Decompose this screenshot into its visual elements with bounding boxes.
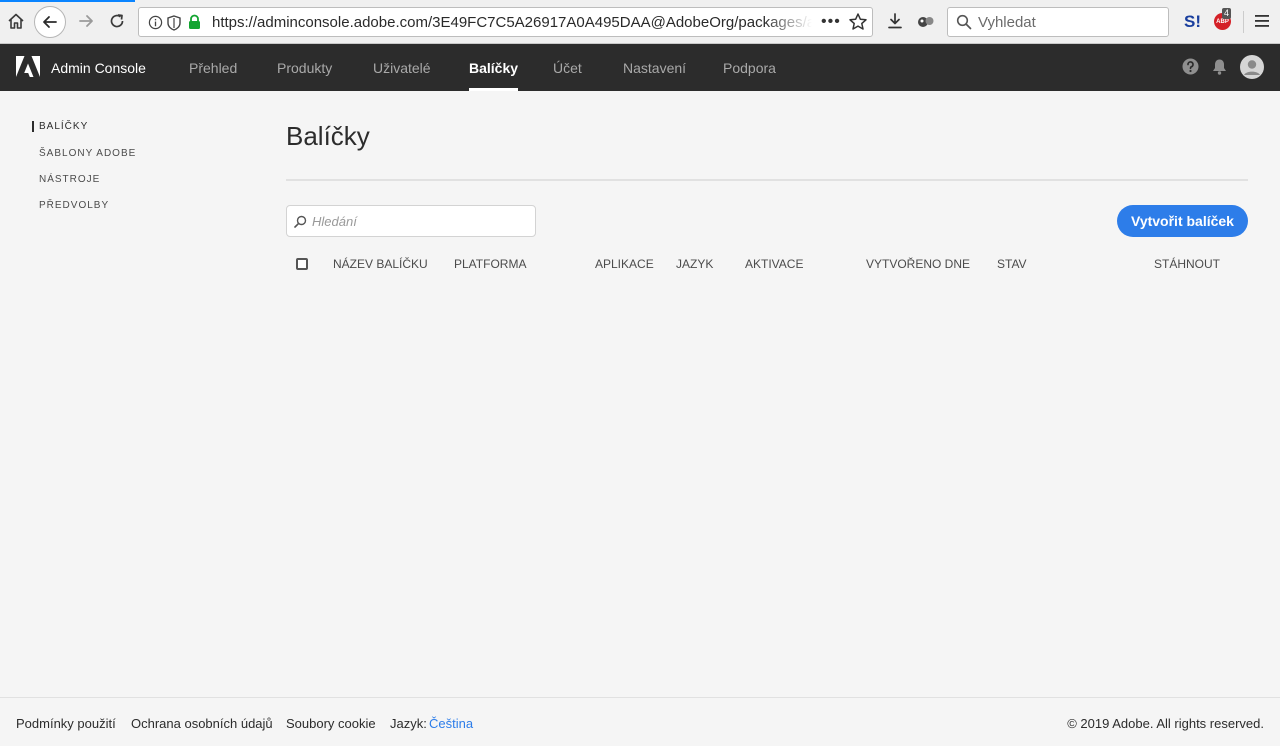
nav-balicky[interactable]: Balíčky: [469, 60, 519, 91]
footer-cookies-link[interactable]: Soubory cookie: [286, 716, 376, 731]
nav-prehled[interactable]: Přehled: [189, 60, 237, 76]
app-title[interactable]: Admin Console: [51, 60, 146, 76]
nav-label: Uživatelé: [373, 60, 431, 76]
lock-icon[interactable]: [188, 14, 201, 30]
extension-s-icon[interactable]: S!: [1184, 12, 1201, 32]
forward-icon[interactable]: [74, 9, 98, 33]
sidebar-item-sablony-adobe[interactable]: ŠABLONY ADOBE: [32, 148, 136, 159]
address-bar[interactable]: https://adminconsole.adobe.com/3E49FC7C5…: [138, 7, 873, 37]
info-icon[interactable]: [148, 15, 163, 30]
toolbar-separator: [1243, 11, 1244, 33]
nav-label: Účet: [553, 60, 582, 76]
sidebar-item-nastroje[interactable]: NÁSTROJE: [32, 174, 100, 185]
sidebar-item-label: PŘEDVOLBY: [39, 200, 110, 211]
url-text[interactable]: https://adminconsole.adobe.com/3E49FC7C5…: [212, 14, 812, 31]
hamburger-menu-icon[interactable]: [1250, 9, 1274, 33]
sidebar-item-label: NÁSTROJE: [39, 174, 101, 185]
column-header-platforma[interactable]: PLATFORMA: [454, 257, 526, 271]
column-header-vytvoreno[interactable]: VYTVOŘENO DNE: [866, 257, 970, 271]
user-avatar-icon[interactable]: [1240, 55, 1264, 79]
nav-label: Podpora: [723, 60, 776, 76]
app-header: Admin Console Přehled Produkty Uživatelé…: [0, 44, 1280, 91]
footer-privacy-link[interactable]: Ochrana osobních údajů: [131, 716, 273, 731]
nav-nastaveni[interactable]: Nastavení: [623, 60, 686, 76]
sidebar-item-predvolby[interactable]: PŘEDVOLBY: [32, 200, 109, 211]
nav-ucet[interactable]: Účet: [553, 60, 582, 76]
active-tab-indicator: [0, 0, 135, 2]
column-header-stahnout[interactable]: STÁHNOUT: [1154, 257, 1220, 271]
nav-label: Balíčky: [469, 60, 519, 76]
search-icon: [294, 215, 307, 228]
column-header-aplikace[interactable]: APLIKACE: [595, 257, 654, 271]
footer-copyright: © 2019 Adobe. All rights reserved.: [1067, 716, 1264, 731]
page-actions-icon[interactable]: •••: [821, 13, 841, 31]
select-all-checkbox[interactable]: [296, 258, 308, 270]
adblock-count-badge: 4: [1222, 8, 1232, 19]
notification-bell-icon[interactable]: [1212, 58, 1227, 75]
extension-icon[interactable]: [914, 9, 938, 33]
footer-language-selector[interactable]: Čeština: [429, 716, 473, 731]
footer-language-label: Jazyk:: [390, 716, 427, 731]
active-nav-underline: [469, 88, 519, 91]
sidebar-item-balicky[interactable]: BALÍČKY: [32, 121, 88, 132]
footer-terms-link[interactable]: Podmínky použití: [16, 716, 116, 731]
column-header-nazev[interactable]: NÁZEV BALÍČKU: [333, 257, 428, 271]
nav-podpora[interactable]: Podpora: [723, 60, 776, 76]
arrow-left-icon: [43, 16, 57, 28]
download-icon[interactable]: [883, 9, 907, 33]
column-header-stav[interactable]: STAV: [997, 257, 1027, 271]
nav-label: Produkty: [277, 60, 333, 76]
home-icon[interactable]: [4, 9, 28, 33]
back-button[interactable]: [34, 6, 66, 38]
title-divider: [286, 179, 1248, 181]
nav-label: Nastavení: [623, 60, 687, 76]
shield-icon[interactable]: [167, 15, 181, 31]
bookmark-star-icon[interactable]: [848, 12, 868, 32]
browser-search-input[interactable]: [978, 12, 1158, 32]
sidebar-item-label: ŠABLONY ADOBE: [39, 148, 137, 159]
search-icon: [956, 14, 972, 30]
package-search-input[interactable]: [312, 212, 527, 230]
reload-icon[interactable]: [105, 9, 129, 33]
browser-toolbar: https://adminconsole.adobe.com/3E49FC7C5…: [0, 0, 1280, 44]
extension-s-label: S!: [1184, 12, 1201, 31]
page-title: Balíčky: [286, 121, 370, 151]
sidebar-item-label: BALÍČKY: [39, 121, 89, 132]
package-search[interactable]: [286, 205, 536, 237]
nav-uzivatele[interactable]: Uživatelé: [373, 60, 431, 76]
help-icon[interactable]: [1182, 58, 1199, 75]
column-header-jazyk[interactable]: JAZYK: [676, 257, 713, 271]
footer: Podmínky použití Ochrana osobních údajů …: [0, 697, 1280, 746]
adobe-logo-icon[interactable]: [16, 56, 40, 78]
nav-produkty[interactable]: Produkty: [277, 60, 332, 76]
browser-search[interactable]: [947, 7, 1169, 37]
create-package-button[interactable]: Vytvořit balíček: [1117, 205, 1248, 237]
column-header-aktivace[interactable]: AKTIVACE: [745, 257, 803, 271]
nav-label: Přehled: [189, 60, 238, 76]
